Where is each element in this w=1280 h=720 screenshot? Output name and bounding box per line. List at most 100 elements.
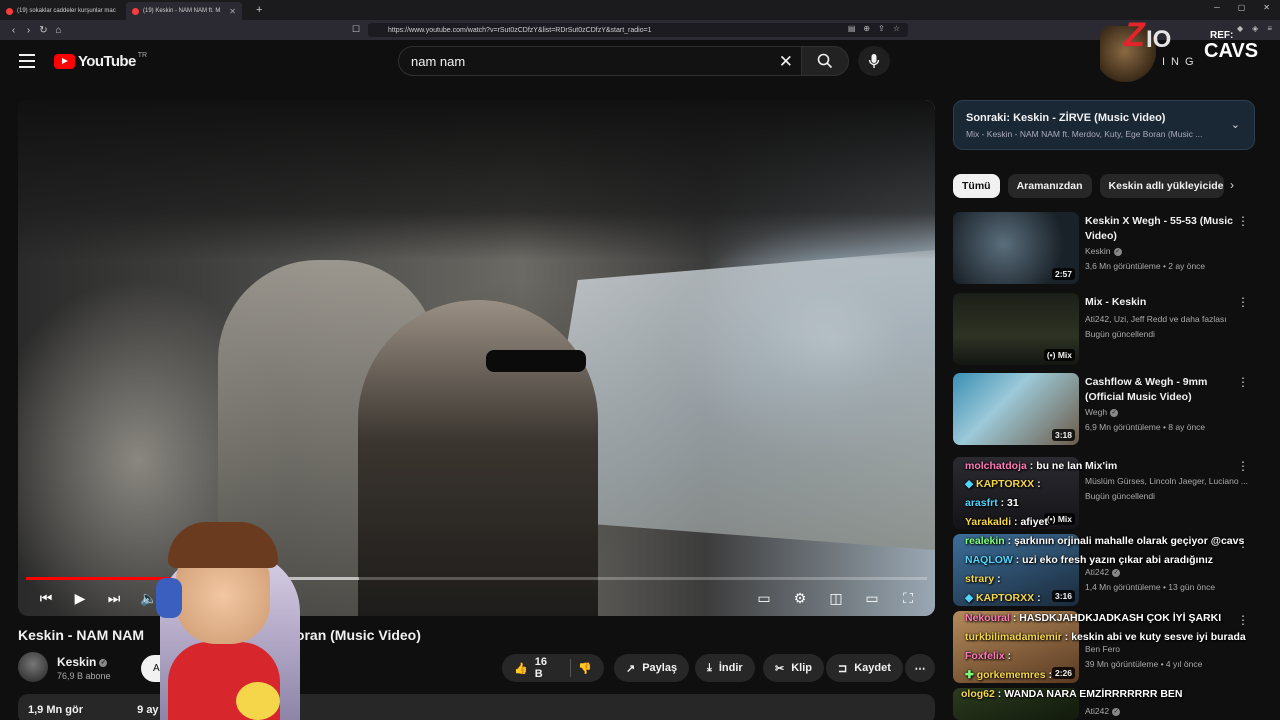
chip-from-search[interactable]: Aramanızdan (1007, 174, 1092, 198)
bookmark-icon[interactable]: ☐ (352, 24, 360, 35)
country-code: TR (137, 52, 148, 59)
window-controls: ─ ▢ ✕ (1214, 3, 1270, 12)
settings-gear-icon[interactable]: ⚙ (789, 588, 811, 608)
chevron-right-icon[interactable]: › (1230, 178, 1234, 192)
next-icon[interactable]: ⏭ (103, 588, 125, 608)
verified-icon: ✓ (1112, 707, 1121, 716)
channel-avatar[interactable] (18, 652, 48, 682)
brand-z: Z (1124, 16, 1145, 54)
clip-button[interactable]: ✂ Klip (763, 654, 824, 682)
verified-icon: ✓ (1110, 408, 1119, 417)
headset-icon (156, 578, 182, 618)
more-vertical-icon[interactable]: ⋮ (1237, 375, 1249, 389)
rec-meta: Bugün güncellendi (1085, 329, 1155, 339)
verified-icon: ✓ (99, 658, 108, 667)
address-bar[interactable]: https://www.youtube.com/watch?v=rSut0zCD… (368, 23, 908, 37)
forward-icon[interactable]: › (21, 25, 36, 36)
more-actions-button[interactable]: ⋯ (905, 654, 935, 682)
search-button[interactable] (801, 46, 849, 76)
more-vertical-icon[interactable]: ⋮ (1237, 295, 1249, 309)
menu-hamburger-icon[interactable] (19, 54, 35, 72)
share-button[interactable]: ↗ Paylaş (614, 654, 690, 682)
fullscreen-icon[interactable]: ⛶ (897, 588, 919, 608)
browser-tab-bar: (19) sokaklar caddeler kurşunlar mac (19… (0, 0, 1280, 20)
search-icon (817, 53, 833, 69)
video-thumbnail[interactable]: (•) Mix (953, 293, 1079, 365)
video-thumbnail[interactable]: 2:57 (953, 212, 1079, 284)
avatar-hair (168, 522, 278, 568)
rec-title[interactable]: Mix - Keskin (1085, 295, 1235, 310)
rec-meta: 1,4 Mn görüntüleme • 13 gün önce (1085, 582, 1216, 592)
up-next-panel[interactable]: Sonraki: Keskin - ZİRVE (Music Video) Mi… (953, 100, 1255, 150)
chip-all[interactable]: Tümü (953, 174, 1000, 198)
brand-cavs: CAVS (1204, 40, 1259, 62)
maximize-icon[interactable]: ▢ (1238, 3, 1246, 12)
more-vertical-icon[interactable]: ⋮ (1237, 459, 1249, 473)
save-button[interactable]: ⊐ Kaydet (826, 654, 903, 682)
minimize-icon[interactable]: ─ (1214, 3, 1220, 12)
like-button[interactable]: 👍 16 B 👎 (502, 654, 604, 682)
streamer-webcam-avatar (140, 522, 300, 720)
subtitles-icon[interactable]: ▭ (753, 588, 775, 608)
youtube-header: YouTube TR nam nam ✕ (0, 40, 1280, 84)
download-button[interactable]: ⤓ İndir (695, 654, 755, 682)
miniplayer-icon[interactable]: ◫ (825, 588, 847, 608)
youtube-logo[interactable]: YouTube TR (54, 52, 148, 70)
clear-search-icon[interactable]: ✕ (779, 52, 793, 72)
address-bar-icons: ▤ ⊕ ⇪ ☆ (848, 24, 900, 33)
duration-badge: 2:26 (1051, 667, 1075, 679)
rec-meta: Bugün güncellendi (1085, 491, 1155, 501)
microphone-icon (868, 54, 880, 68)
reader-view-icon[interactable]: ▤ (848, 24, 856, 33)
list-item[interactable]: (•) Mix Mix - Keskin Ati242, Uzi, Jeff R… (953, 293, 1255, 367)
shield-icon[interactable]: ◈ (1252, 24, 1258, 33)
rec-title[interactable]: Mix'im (1085, 459, 1235, 474)
up-next-subtitle: Mix - Keskin - NAM NAM ft. Merdov, Kuty,… (966, 129, 1203, 139)
menu-icon[interactable]: ≡ (1267, 24, 1272, 33)
save-label: Kaydet (854, 662, 891, 674)
list-item[interactable]: 3:18 Cashflow & Wegh - 9mm (Official Mus… (953, 373, 1255, 447)
scissors-icon: ✂ (775, 662, 785, 675)
rec-title[interactable]: Keskin X Wegh - 55-53 (Music Video) (1085, 214, 1235, 244)
avatar-shirt-logo (236, 682, 280, 720)
more-vertical-icon[interactable]: ⋮ (1237, 613, 1249, 627)
thumbs-down-icon[interactable]: 👎 (578, 662, 592, 675)
back-icon[interactable]: ‹ (6, 25, 21, 36)
close-tab-icon[interactable]: ✕ (229, 7, 236, 16)
voice-search-button[interactable] (858, 46, 890, 76)
list-item[interactable]: 2:57 Keskin X Wegh - 55-53 (Music Video)… (953, 212, 1255, 286)
browser-tab-1[interactable]: (19) sokaklar caddeler kurşunlar mac (0, 2, 118, 20)
up-next-title: Sonraki: Keskin - ZİRVE (Music Video) (966, 112, 1166, 124)
zoom-icon[interactable]: ⊕ (863, 24, 870, 33)
favorite-star-icon[interactable]: ☆ (893, 24, 900, 33)
duration-badge: 3:18 (1051, 429, 1075, 441)
chevron-down-icon[interactable]: ⌄ (1231, 118, 1240, 131)
video-frame-person (358, 300, 598, 616)
search-input[interactable]: nam nam ✕ (398, 46, 802, 76)
chip-from-uploader[interactable]: Keskin adlı yükleyiciden (1099, 174, 1224, 198)
channel-name[interactable]: Keskin ✓ (57, 655, 108, 669)
video-thumbnail[interactable]: 3:18 (953, 373, 1079, 445)
reload-icon[interactable]: ↻ (36, 25, 51, 36)
rec-meta: 3,6 Mn görüntüleme • 2 ay önce (1085, 261, 1206, 271)
streamer-brand-overlay: Z IO REF: CAVS ING (1100, 16, 1258, 82)
theater-mode-icon[interactable]: ▭ (861, 588, 883, 608)
rec-meta: 6,9 Mn görüntüleme • 8 ay önce (1085, 422, 1206, 432)
new-tab-button[interactable]: + (256, 4, 262, 16)
rec-channel: Ati242 ✓ (1085, 567, 1121, 577)
browser-nav-bar: ‹ › ↻ ⌂ ☐ https://www.youtube.com/watch?… (0, 20, 1280, 40)
close-window-icon[interactable]: ✕ (1263, 3, 1270, 12)
more-vertical-icon[interactable]: ⋮ (1237, 214, 1249, 228)
share-page-icon[interactable]: ⇪ (878, 24, 885, 33)
home-icon[interactable]: ⌂ (51, 25, 66, 36)
rec-channel: Müslüm Gürses, Lincoln Jaeger, Luciano .… (1085, 476, 1248, 486)
chat-message: ◆ KAPTORXX : (965, 592, 1041, 604)
browser-tab-2[interactable]: (19) Keskin - NAM NAM ft. M ✕ (126, 2, 242, 20)
rec-title[interactable]: Cashflow & Wegh - 9mm (Official Music Vi… (1085, 375, 1235, 405)
url-text: https://www.youtube.com/watch?v=rSut0zCD… (388, 26, 652, 34)
share-label: Paylaş (642, 662, 678, 674)
mix-badge: (•) Mix (1043, 513, 1075, 525)
chat-message: olog62 : WANDA NARA EMZİRRRRRRR BEN (961, 688, 1183, 700)
play-icon[interactable]: ▶ (69, 588, 91, 608)
previous-icon[interactable]: ⏮ (35, 588, 57, 608)
